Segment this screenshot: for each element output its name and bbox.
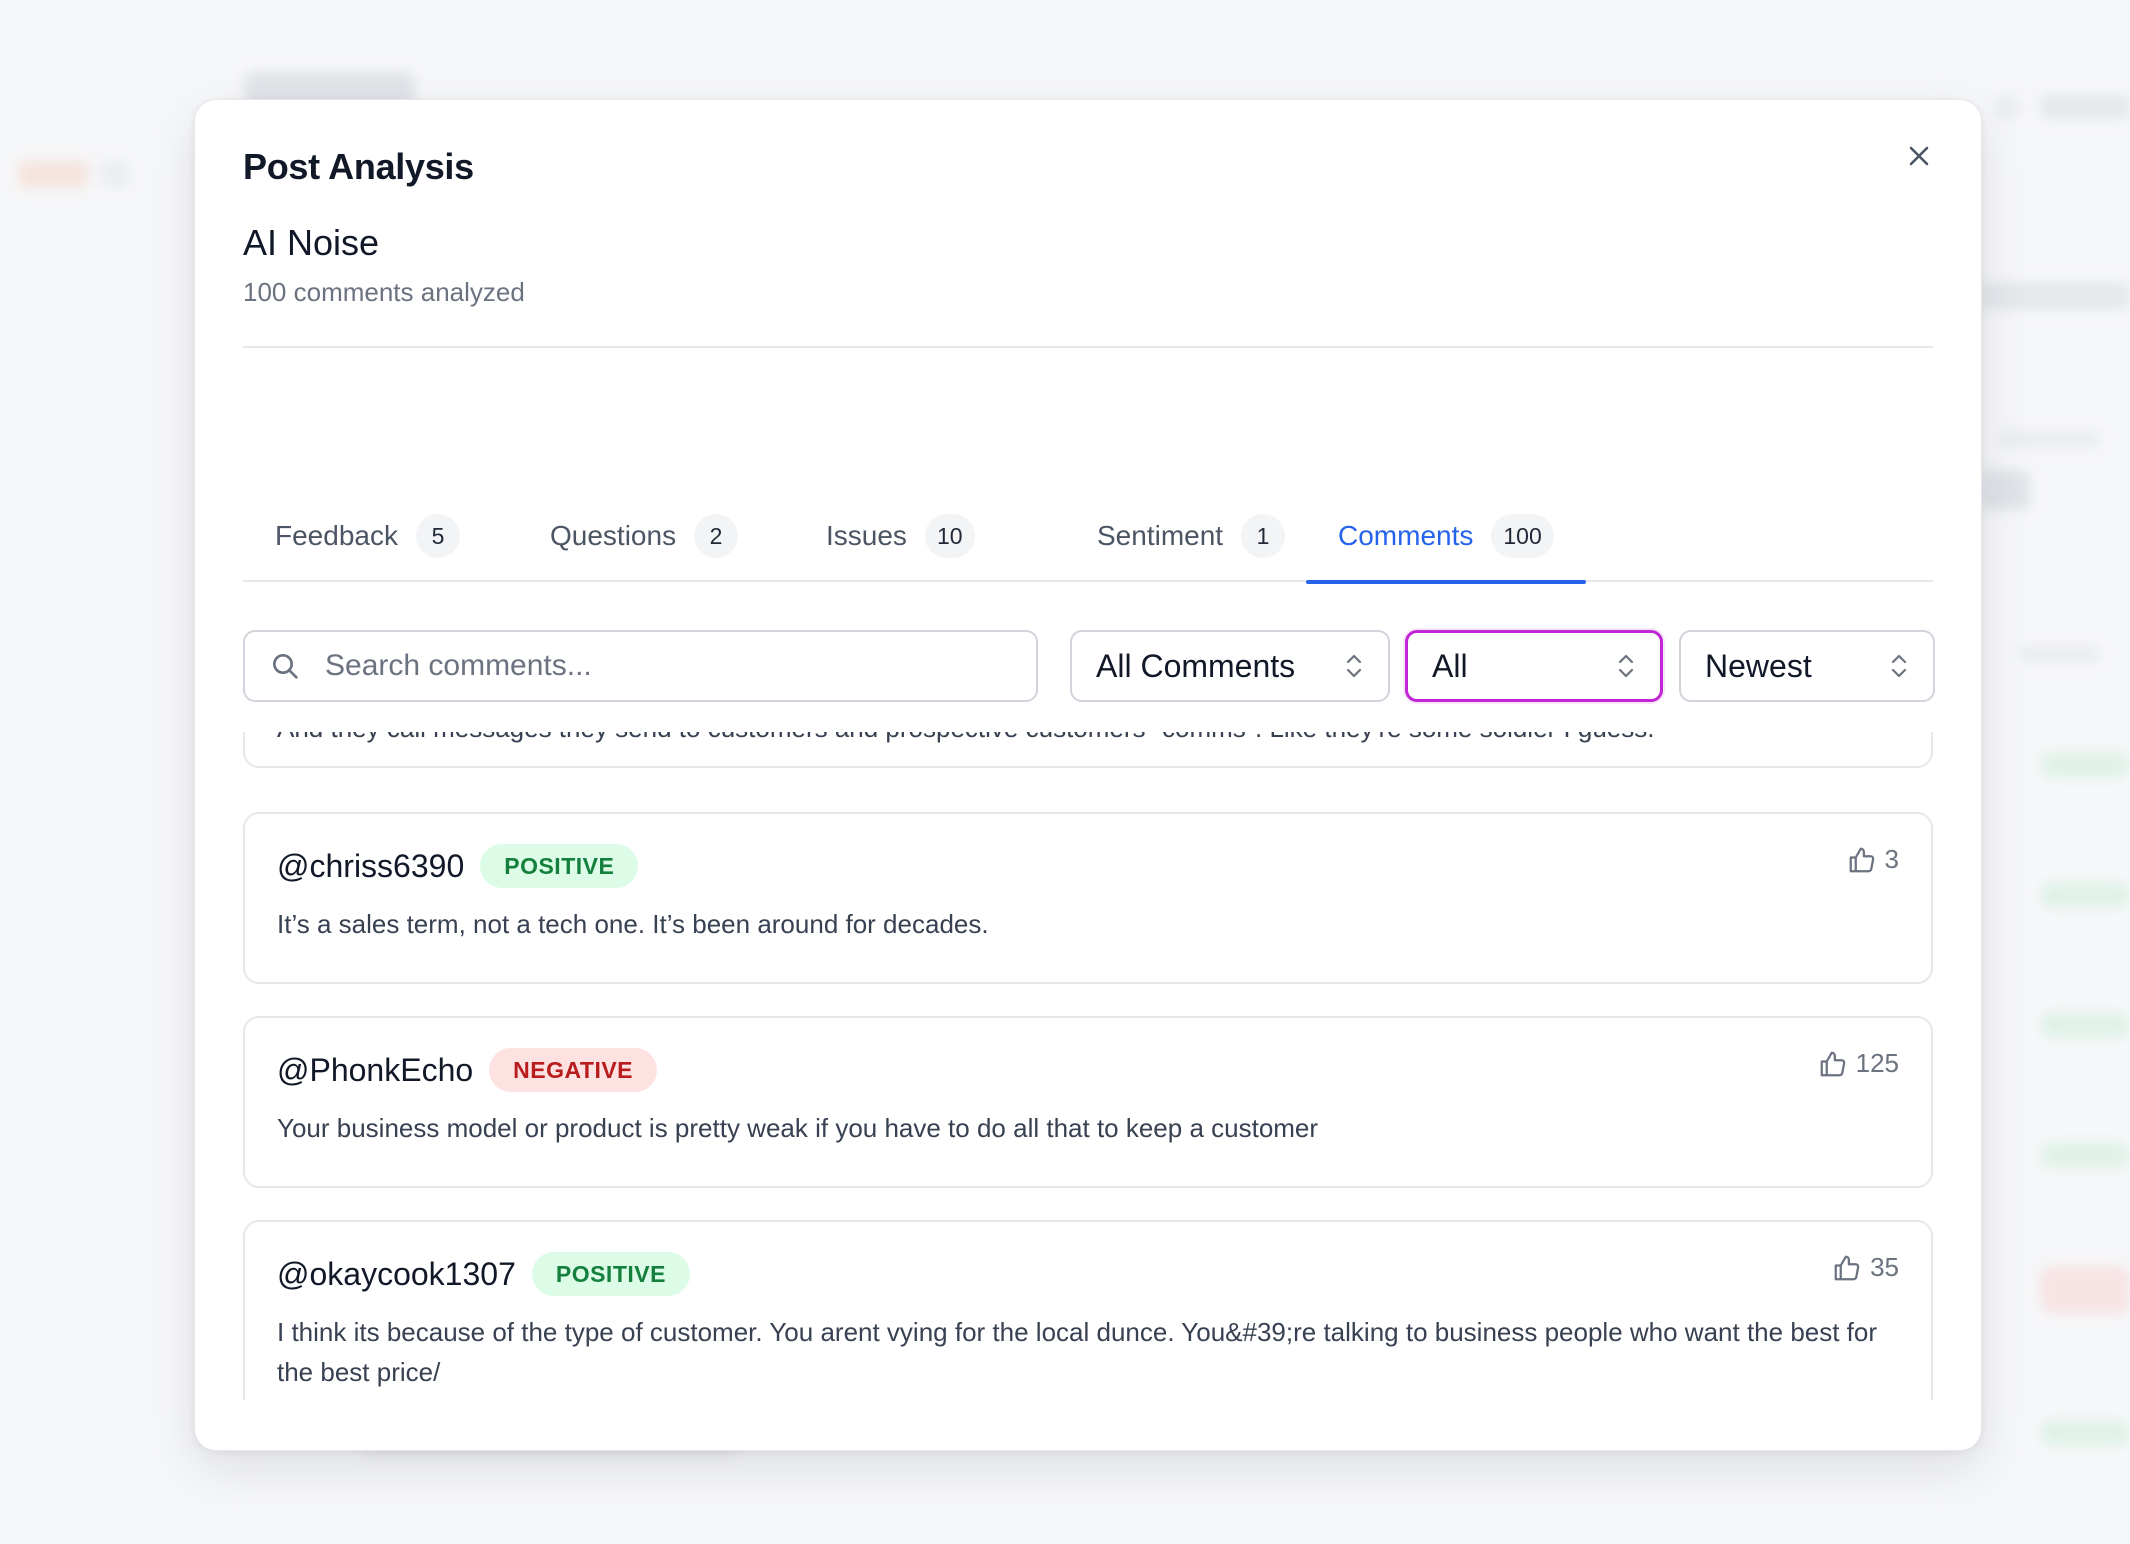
likes-count: 125 <box>1818 1048 1899 1079</box>
search-field[interactable] <box>243 630 1038 702</box>
chevron-up-down-icon <box>1891 654 1907 678</box>
tab-sentiment[interactable]: Sentiment 1 <box>1065 490 1317 582</box>
tab-label: Issues <box>826 520 907 551</box>
comment-text: Your business model or product is pretty… <box>277 1113 1319 1143</box>
likes-value: 35 <box>1870 1252 1899 1282</box>
tab-label: Feedback <box>275 520 398 551</box>
thumbs-up-icon <box>1820 1051 1845 1076</box>
comment-author[interactable]: @okaycook1307 <box>277 1256 516 1293</box>
chevron-up-down-icon <box>1618 654 1634 678</box>
likes-value: 125 <box>1855 1048 1899 1078</box>
background-text <box>2020 645 2100 663</box>
comment-card: @PhonkEcho NEGATIVE 125 Your business mo… <box>243 1016 1933 1188</box>
thumbs-up-icon <box>1834 1255 1860 1280</box>
background-text <box>2040 95 2130 119</box>
tab-questions[interactable]: Questions 2 <box>518 490 770 582</box>
sentiment-select[interactable]: All <box>1405 630 1663 702</box>
close-icon <box>1909 146 1929 166</box>
background-badge <box>2040 1266 2130 1314</box>
background-chip <box>100 160 130 188</box>
background-badge <box>2040 882 2130 908</box>
background-chip <box>18 160 88 188</box>
tab-count: 100 <box>1491 514 1554 558</box>
sentiment-badge: POSITIVE <box>531 1252 690 1296</box>
comments-analyzed-count: 100 comments analyzed <box>243 277 525 307</box>
tab-comments[interactable]: Comments 100 <box>1306 490 1586 584</box>
comment-author[interactable]: @chriss6390 <box>277 848 464 885</box>
sentiment-badge: POSITIVE <box>480 844 639 888</box>
divider <box>243 346 1933 348</box>
sort-select[interactable]: Newest <box>1679 630 1935 702</box>
comment-text: It’s a sales term, not a tech one. It’s … <box>277 909 989 939</box>
comment-text: And they call messages they send to cust… <box>277 732 1654 748</box>
comment-type-select[interactable]: All Comments <box>1070 630 1390 702</box>
tab-label: Comments <box>1338 520 1474 551</box>
tab-label: Sentiment <box>1097 520 1224 551</box>
comment-author[interactable]: @PhonkEcho <box>277 1052 473 1089</box>
comments-list[interactable]: And they call messages they send to cust… <box>243 732 1933 1400</box>
background-badge <box>2040 1420 2130 1446</box>
comment-card: @okaycook1307 POSITIVE 35 I think its be… <box>243 1220 1933 1400</box>
comment-text: I think its because of the type of custo… <box>277 1317 1878 1387</box>
tab-issues[interactable]: Issues 10 <box>794 490 1007 582</box>
modal-title: Post Analysis <box>243 146 474 187</box>
post-title: AI Noise <box>243 222 380 263</box>
likes-count: 35 <box>1832 1252 1899 1283</box>
background-text <box>1980 282 2130 310</box>
comment-card: @chriss6390 POSITIVE 3 It’s a sales term… <box>243 812 1933 984</box>
tab-label: Questions <box>550 520 677 551</box>
sentiment-badge: NEGATIVE <box>489 1048 658 1092</box>
tab-count: 10 <box>924 514 975 558</box>
chevron-up-down-icon <box>1346 654 1362 678</box>
background-icon <box>1994 94 2020 120</box>
tab-count: 1 <box>1241 514 1286 558</box>
search-input[interactable] <box>325 649 1012 683</box>
background-badge <box>2040 1142 2130 1168</box>
select-value: All <box>1432 647 1468 684</box>
tab-count: 2 <box>694 514 739 558</box>
post-analysis-modal: Post Analysis AI Noise 100 comments anal… <box>194 99 1982 1451</box>
background-badge <box>2040 752 2130 778</box>
select-value: All Comments <box>1096 647 1296 684</box>
background-number <box>1980 470 2030 510</box>
thumbs-up-icon <box>1849 847 1874 872</box>
likes-value: 3 <box>1884 844 1899 874</box>
select-value: Newest <box>1705 647 1812 684</box>
tab-feedback[interactable]: Feedback 5 <box>243 490 492 582</box>
likes-count: 3 <box>1847 844 1899 875</box>
comment-card: And they call messages they send to cust… <box>243 732 1933 768</box>
background-text <box>2000 430 2100 448</box>
tab-bar: Feedback 5 Questions 2 Issues 10 Sentime… <box>243 490 1933 584</box>
background-badge <box>2040 1012 2130 1038</box>
tab-count: 5 <box>415 514 460 558</box>
search-icon <box>273 654 298 679</box>
close-button[interactable] <box>1897 134 1941 178</box>
